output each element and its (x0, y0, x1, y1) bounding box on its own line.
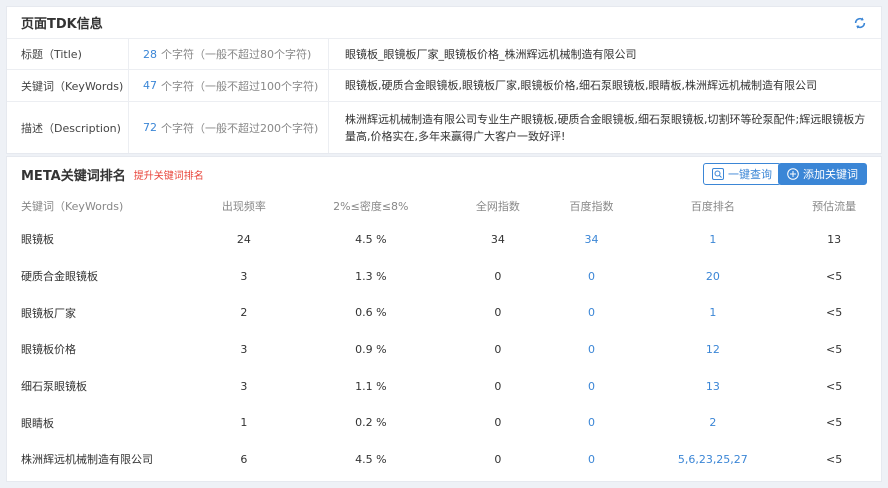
tdk-row-keywords: 关键词（KeyWords) 47 个字符（一般不超过100个字符) 眼镜板,硬质合… (7, 70, 881, 102)
cell-estimated-traffic: <5 (826, 269, 843, 283)
tdk-count: 72 个字符（一般不超过200个字符) (129, 102, 329, 153)
tdk-row-title: 标题（Title) 28 个字符（一般不超过80个字符) 眼镜板_眼镜板厂家_眼镜… (7, 39, 881, 70)
cell-keyword: 眼镜板厂家 (21, 306, 76, 320)
cell-baidu-index[interactable]: 34 (545, 221, 639, 258)
cell-density: 4.5 % (355, 452, 387, 466)
add-keyword-label: 添加关键词 (803, 168, 858, 181)
cell-network-index: 0 (494, 452, 502, 466)
cell-network-index: 0 (494, 342, 502, 356)
char-limit: 个字符（一般不超过80个字符) (161, 48, 312, 61)
tdk-count: 28 个字符（一般不超过80个字符) (129, 39, 329, 69)
tdk-value: 眼镜板_眼镜板厂家_眼镜板价格_株洲辉远机械制造有限公司 (345, 47, 637, 61)
cell-frequency: 2 (240, 306, 248, 320)
cell-network-index: 0 (494, 416, 502, 430)
cell-keyword: 眼镜板 (21, 233, 54, 247)
char-limit: 个字符（一般不超过100个字符) (161, 79, 319, 93)
cell-frequency: 3 (240, 269, 248, 283)
cell-baidu-rank[interactable]: 1 (638, 294, 787, 331)
tdk-label: 关键词（KeyWords) (7, 70, 129, 101)
cell-frequency: 3 (240, 342, 248, 356)
cell-keyword: 眼镜板价格 (21, 343, 76, 357)
char-count: 72 (143, 121, 157, 134)
cell-estimated-traffic: <5 (826, 416, 843, 430)
meta-header: META关键词排名 提升关键词排名 一键查询 添加关键词 (7, 157, 881, 191)
column-header: 预估流量 (812, 200, 857, 213)
char-limit: 个字符（一般不超过200个字符) (161, 121, 319, 135)
char-count: 47 (143, 79, 157, 92)
cell-frequency: 3 (240, 379, 248, 393)
column-header: 百度排名 (690, 200, 735, 213)
cell-estimated-traffic: <5 (826, 452, 843, 466)
cell-network-index: 0 (494, 379, 502, 393)
cell-baidu-rank[interactable]: 12 (638, 331, 787, 368)
cell-density: 1.3 % (355, 269, 387, 283)
cell-estimated-traffic: <5 (826, 306, 843, 320)
char-count: 28 (143, 47, 157, 61)
cell-baidu-rank[interactable]: 20 (638, 258, 787, 295)
cell-estimated-traffic: 13 (827, 232, 842, 246)
table-row: 眼镜板 24 4.5 % 34 34 1 13 (7, 221, 881, 258)
column-header: 2%≤密度≤8% (333, 200, 409, 213)
cell-baidu-rank[interactable]: 5,6,23,25,27 (638, 441, 787, 478)
cell-baidu-rank[interactable]: 1 (638, 221, 787, 258)
tdk-label: 标题（Title) (7, 39, 129, 69)
plus-icon (787, 168, 799, 180)
table-row: 株洲辉远机械制造有限公司 6 4.5 % 0 0 5,6,23,25,27 <5 (7, 441, 881, 478)
cell-baidu-index[interactable]: 0 (545, 294, 639, 331)
table-row: 眼镜板价格 3 0.9 % 0 0 12 <5 (7, 331, 881, 368)
cell-network-index: 0 (494, 306, 502, 320)
improve-ranking-link[interactable]: 提升关键词排名 (134, 167, 204, 182)
add-keyword-button[interactable]: 添加关键词 (778, 163, 867, 185)
cell-network-index: 34 (490, 232, 505, 246)
tdk-title: 页面TDK信息 (21, 17, 103, 32)
cell-density: 4.5 % (355, 232, 387, 246)
tdk-row-description: 描述（Description) 72 个字符（一般不超过200个字符) 株洲辉远机… (7, 102, 881, 153)
cell-baidu-rank[interactable]: 13 (638, 368, 787, 405)
cell-keyword: 眼睛板 (21, 416, 54, 430)
tdk-value: 株洲辉远机械制造有限公司专业生产眼镜板,硬质合金眼镜板,细石泵眼镜板,切割环等砼… (345, 112, 866, 143)
tdk-value: 眼镜板,硬质合金眼镜板,眼镜板厂家,眼镜板价格,细石泵眼镜板,眼睛板,株洲辉远机… (345, 79, 817, 92)
cell-density: 0.6 % (355, 306, 387, 320)
table-header: 关键词（KeyWords) 出现频率 2%≤密度≤8% 全网指数 百度指数 百度… (7, 191, 881, 221)
column-header: 百度指数 (569, 200, 614, 213)
tdk-header: 页面TDK信息 (7, 7, 881, 39)
tdk-panel: 页面TDK信息 标题（Title) 28 个字符（一般不超过80个字符) 眼镜板_… (6, 6, 882, 154)
tdk-count: 47 个字符（一般不超过100个字符) (129, 70, 329, 101)
column-header: 出现频率 (221, 200, 266, 213)
refresh-icon[interactable] (853, 16, 867, 30)
cell-baidu-index[interactable]: 0 (545, 368, 639, 405)
table-row: 眼镜板厂家 2 0.6 % 0 0 1 <5 (7, 294, 881, 331)
cell-baidu-index[interactable]: 0 (545, 404, 639, 441)
cell-estimated-traffic: <5 (826, 342, 843, 356)
cell-estimated-traffic: <5 (826, 379, 843, 393)
table-row: 硬质合金眼镜板 3 1.3 % 0 0 20 <5 (7, 258, 881, 295)
table-row: 眼睛板 1 0.2 % 0 0 2 <5 (7, 404, 881, 441)
cell-keyword: 细石泵眼镜板 (21, 380, 87, 394)
meta-panel: META关键词排名 提升关键词排名 一键查询 添加关键词 关键词（KeyWord… (6, 156, 882, 482)
table-row: 细石泵眼镜板 3 1.1 % 0 0 13 <5 (7, 368, 881, 405)
cell-baidu-index[interactable]: 0 (545, 258, 639, 295)
query-button[interactable]: 一键查询 (703, 163, 781, 185)
cell-frequency: 6 (240, 452, 248, 466)
query-button-label: 一键查询 (728, 168, 772, 181)
search-icon (712, 168, 724, 180)
cell-baidu-rank[interactable]: 2 (638, 404, 787, 441)
cell-keyword: 硬质合金眼镜板 (21, 270, 98, 284)
cell-density: 0.2 % (355, 416, 387, 430)
keyword-table: 关键词（KeyWords) 出现频率 2%≤密度≤8% 全网指数 百度指数 百度… (7, 191, 881, 478)
cell-keyword: 株洲辉远机械制造有限公司 (21, 453, 153, 467)
cell-density: 0.9 % (355, 342, 387, 356)
cell-frequency: 24 (236, 232, 251, 246)
column-header: 关键词（KeyWords) (21, 200, 124, 213)
cell-baidu-index[interactable]: 0 (545, 441, 639, 478)
column-header: 全网指数 (475, 200, 520, 213)
cell-network-index: 0 (494, 269, 502, 283)
cell-density: 1.1 % (355, 379, 387, 393)
cell-baidu-index[interactable]: 0 (545, 331, 639, 368)
cell-frequency: 1 (240, 416, 248, 430)
tdk-label: 描述（Description) (7, 102, 129, 153)
meta-title: META关键词排名 (21, 168, 126, 184)
